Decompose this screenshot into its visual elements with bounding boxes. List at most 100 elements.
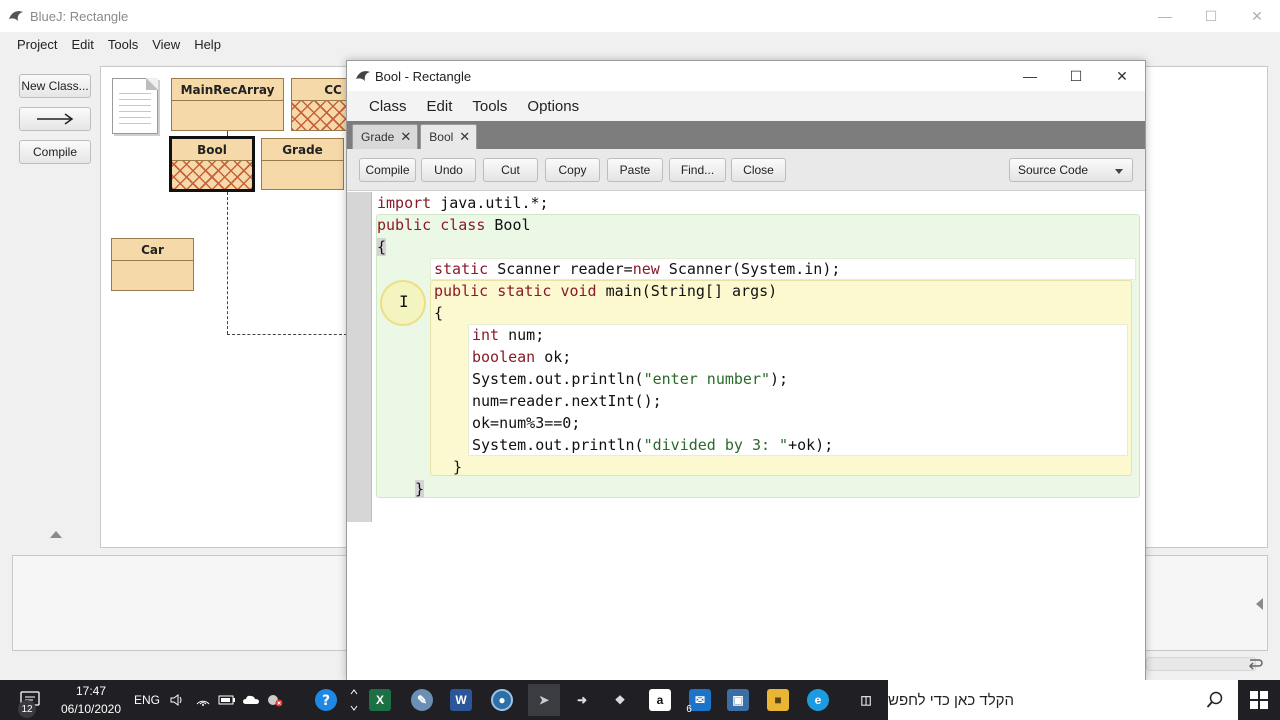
dependency-line	[227, 192, 228, 334]
language-indicator[interactable]: ENG	[132, 680, 162, 720]
amazon-app-icon[interactable]: a	[644, 684, 676, 716]
task-view-icon[interactable]: ◫	[850, 684, 882, 716]
search-icon	[1206, 691, 1223, 708]
menu-tools[interactable]: Tools	[462, 98, 517, 115]
dropbox-app-icon[interactable]: ❖	[604, 684, 636, 716]
view-mode-select[interactable]: Source Code	[1009, 158, 1133, 182]
mail-badge: 6	[686, 703, 692, 715]
store-app-icon[interactable]: ▣	[722, 684, 754, 716]
class-mainrecarray[interactable]: MainRecArray	[171, 78, 284, 131]
editor-menubar: Class Edit Tools Options	[347, 91, 1145, 121]
wrap-arrow-icon[interactable]	[1246, 656, 1264, 672]
class-name: Grade	[262, 139, 343, 161]
wifi-icon[interactable]	[192, 680, 214, 720]
bluej-app-icon[interactable]: ➤	[528, 684, 560, 716]
code-line-11: ok=num%3==0;	[472, 414, 581, 432]
new-class-button[interactable]: New Class...	[19, 74, 91, 98]
paste-button[interactable]: Paste	[607, 158, 663, 182]
code-line-13: }	[453, 458, 463, 476]
menu-edit[interactable]: Edit	[417, 98, 463, 115]
windows-start-icon[interactable]	[1238, 680, 1280, 720]
class-bool[interactable]: Bool	[169, 136, 255, 192]
text-cursor-icon: I	[399, 292, 409, 311]
tool-app-icon[interactable]: ✎	[406, 684, 438, 716]
class-name: MainRecArray	[172, 79, 283, 101]
uses-arrow-button[interactable]	[19, 107, 91, 131]
quickrun-app-icon[interactable]: ➜	[566, 684, 598, 716]
taskbar-search-box[interactable]: הקלד כאן כדי לחפש	[888, 680, 1238, 720]
battery-icon[interactable]	[216, 680, 238, 720]
code-editor[interactable]: import java.util.*; public class Bool { …	[347, 192, 1145, 680]
code-line-5: public static void main(String[] args)	[434, 282, 778, 300]
bluej-icon	[8, 8, 24, 24]
menu-options[interactable]: Options	[517, 98, 589, 115]
tab-grade[interactable]: Grade ✕	[352, 124, 419, 149]
class-car[interactable]: Car	[111, 238, 194, 291]
editor-tabstrip: Grade ✕ Bool ✕	[347, 121, 1145, 149]
main-menubar: Project Edit Tools View Help	[0, 32, 1280, 56]
clock[interactable]: 17:47 06/10/2020	[56, 682, 126, 718]
minimize-icon[interactable]: —	[1142, 0, 1188, 32]
code-line-8: boolean ok;	[472, 348, 572, 366]
svg-text:?: ?	[322, 693, 330, 709]
close-icon[interactable]: ✕	[1099, 61, 1145, 91]
class-name: Car	[112, 239, 193, 261]
editor-titlebar: Bool - Rectangle — ☐ ✕	[347, 61, 1145, 91]
taskbar: 12 17:47 06/10/2020 ENG ? X ✎ W ● ➤ ➜ ❖ …	[0, 680, 1280, 720]
find-button[interactable]: Find...	[669, 158, 726, 182]
excel-app-icon[interactable]: X	[364, 684, 396, 716]
line-gutter[interactable]	[347, 192, 372, 522]
menu-edit[interactable]: Edit	[64, 37, 100, 52]
main-left-toolbar: New Class... Compile	[0, 66, 100, 546]
copy-button[interactable]: Copy	[545, 158, 600, 182]
menu-help[interactable]: Help	[187, 37, 228, 52]
tab-label: Bool	[429, 130, 454, 144]
clock-time: 17:47	[75, 684, 107, 698]
cut-button[interactable]: Cut	[483, 158, 538, 182]
word-app-icon[interactable]: W	[445, 684, 477, 716]
code-line-1: import java.util.*;	[377, 194, 549, 212]
menu-class[interactable]: Class	[359, 98, 417, 115]
main-window-title: BlueJ: Rectangle	[30, 8, 129, 24]
compile-button[interactable]: Compile	[359, 158, 416, 182]
close-icon[interactable]: ✕	[400, 129, 411, 145]
code-line-7: int num;	[472, 326, 545, 344]
editor-window: Bool - Rectangle — ☐ ✕ Class Edit Tools …	[346, 60, 1146, 680]
triangle-left-icon[interactable]	[1256, 598, 1263, 610]
search-placeholder: הקלד כאן כדי לחפש	[888, 691, 1015, 709]
security-icon[interactable]	[264, 680, 286, 720]
editor-toolbar: Compile Undo Cut Copy Paste Find... Clos…	[347, 149, 1145, 191]
close-button[interactable]: Close	[731, 158, 786, 182]
compile-button[interactable]: Compile	[19, 140, 91, 164]
maximize-icon[interactable]: ☐	[1188, 0, 1234, 32]
readme-note-icon[interactable]	[112, 78, 158, 134]
dependency-line	[227, 131, 228, 136]
menu-view[interactable]: View	[145, 37, 187, 52]
code-line-4: static Scanner reader=new Scanner(System…	[434, 260, 841, 278]
code-line-3: {	[377, 238, 387, 256]
help-icon[interactable]: ?	[312, 680, 340, 720]
arrow-right-icon	[37, 113, 74, 125]
onedrive-icon[interactable]	[240, 680, 262, 720]
main-titlebar: BlueJ: Rectangle — ☐ ✕	[0, 0, 1280, 32]
close-icon[interactable]: ✕	[1234, 0, 1280, 32]
close-icon[interactable]: ✕	[459, 129, 470, 145]
media-app-icon[interactable]: ●	[486, 684, 518, 716]
tab-bool[interactable]: Bool ✕	[420, 124, 478, 149]
editor-title: Bool - Rectangle	[375, 68, 472, 84]
file-explorer-app-icon[interactable]: ■	[762, 684, 794, 716]
volume-icon[interactable]	[166, 680, 188, 720]
code-line-12: System.out.println("divided by 3: "+ok);	[472, 436, 834, 454]
menu-tools[interactable]: Tools	[101, 37, 145, 52]
edge-app-icon[interactable]: e	[802, 684, 834, 716]
uncompiled-hatch	[172, 161, 252, 189]
menu-project[interactable]: Project	[10, 37, 64, 52]
class-grade[interactable]: Grade	[261, 138, 344, 190]
tray-overflow-icon[interactable]	[344, 680, 364, 720]
triangle-up-icon[interactable]	[50, 531, 62, 538]
tab-label: Grade	[361, 130, 395, 144]
minimize-icon[interactable]: —	[1007, 61, 1053, 91]
undo-button[interactable]: Undo	[421, 158, 476, 182]
maximize-icon[interactable]: ☐	[1053, 61, 1099, 91]
bluej-icon	[355, 68, 371, 84]
